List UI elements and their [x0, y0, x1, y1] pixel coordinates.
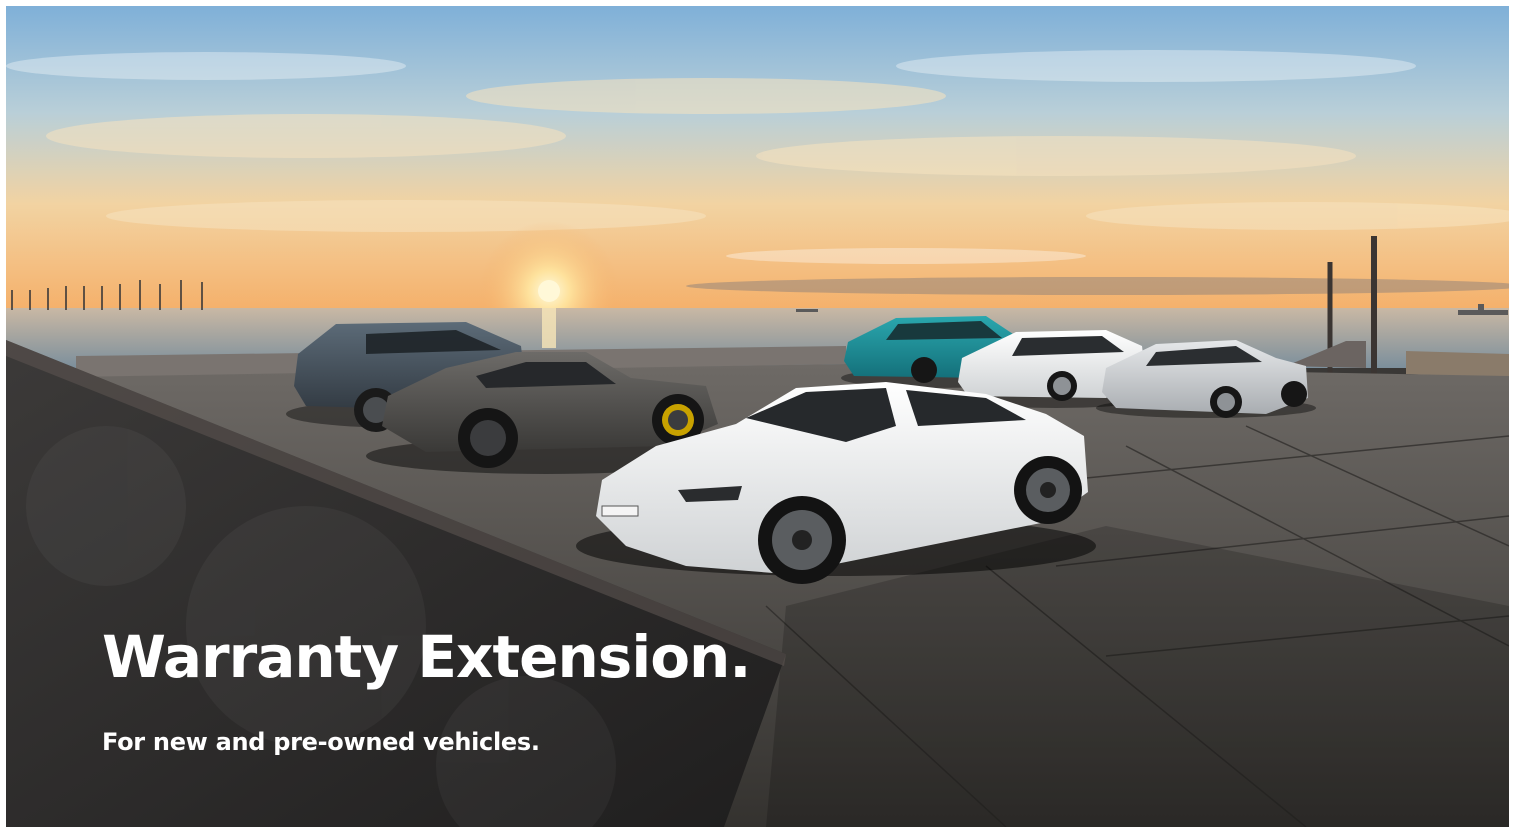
- hero-image: [6, 6, 1509, 827]
- page-subtitle: For new and pre-owned vehicles.: [102, 728, 540, 756]
- page-title: Warranty Extension.: [102, 623, 751, 691]
- hero-banner[interactable]: Warranty Extension. For new and pre-owne…: [6, 6, 1509, 827]
